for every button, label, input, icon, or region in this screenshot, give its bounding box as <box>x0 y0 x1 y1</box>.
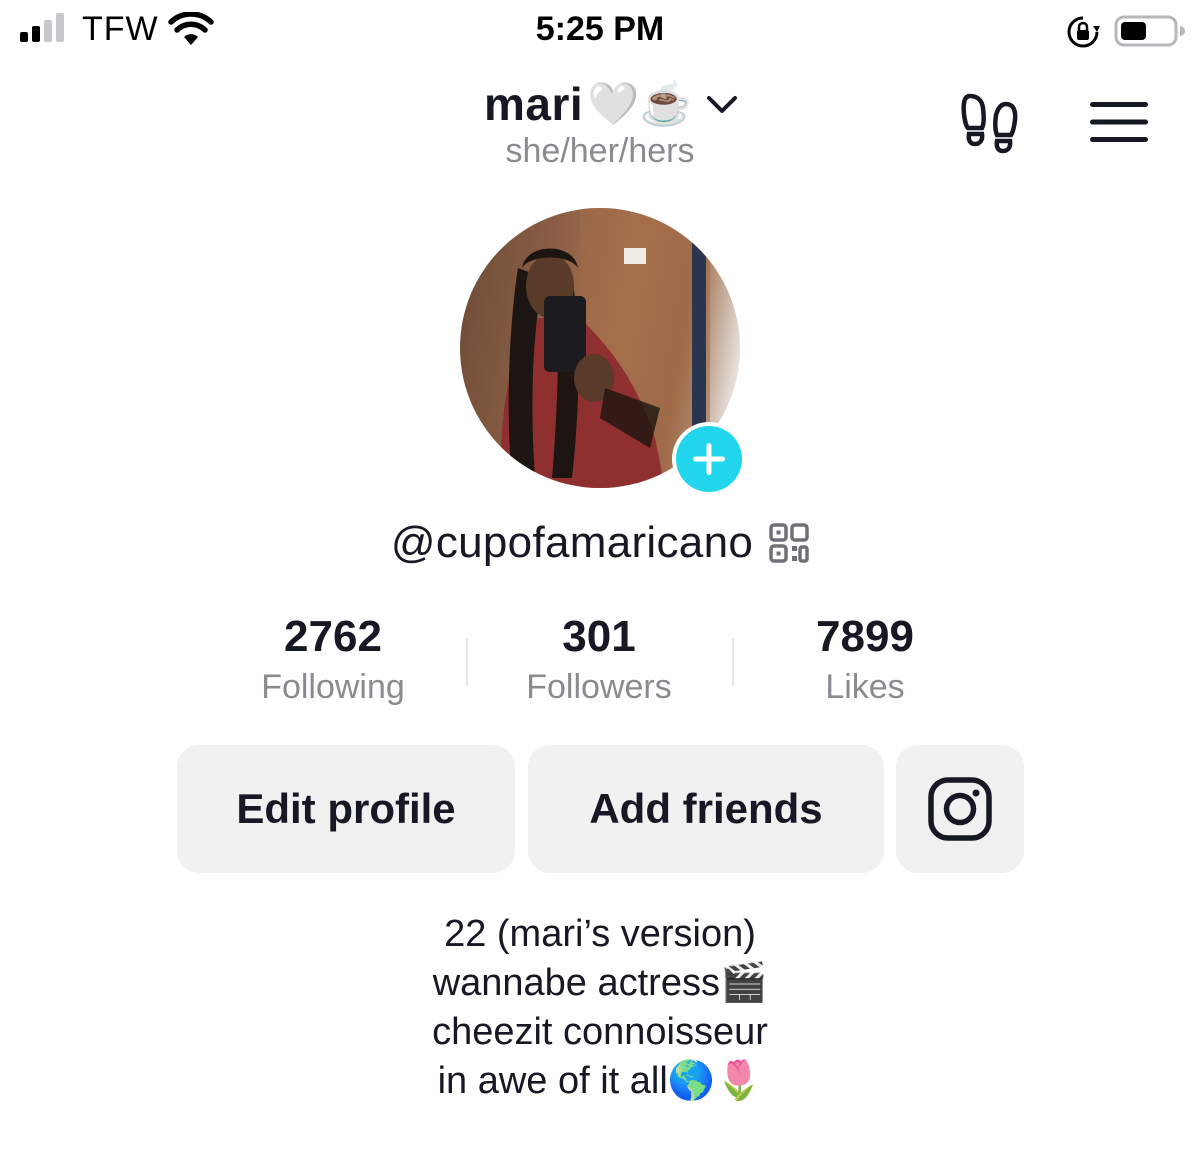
bio-line: in awe of it all🌎🌷 <box>437 1060 763 1102</box>
display-name-emoji: 🤍☕️ <box>587 80 692 127</box>
rotation-lock-icon <box>1067 16 1100 48</box>
instagram-icon <box>928 777 992 841</box>
likes-label: Likes <box>825 668 905 706</box>
bio-line: cheezit connoisseur <box>432 1011 768 1053</box>
following-label: Following <box>261 668 405 706</box>
status-bar: TFW 5:25 PM <box>0 0 1200 62</box>
battery-icon <box>1114 15 1185 47</box>
stat-divider <box>732 638 734 686</box>
add-friends-button[interactable]: Add friends <box>528 745 884 873</box>
following-count: 2762 <box>284 612 382 661</box>
likes-count: 7899 <box>816 612 914 661</box>
stat-likes[interactable]: 7899 Likes <box>732 612 998 722</box>
username: @cupofamaricano <box>390 518 754 567</box>
menu-icon[interactable] <box>1090 100 1148 144</box>
edit-profile-button[interactable]: Edit profile <box>177 745 515 873</box>
qr-code-icon[interactable] <box>769 523 809 563</box>
stat-following[interactable]: 2762 Following <box>200 612 466 722</box>
account-switcher[interactable]: mari 🤍☕️ <box>484 72 740 136</box>
profile-header: mari 🤍☕️ she/her/hers <box>0 62 1200 182</box>
add-avatar-badge <box>676 426 742 492</box>
instagram-button[interactable] <box>896 745 1024 873</box>
username-row: @cupofamaricano <box>0 518 1200 568</box>
plus-icon <box>693 443 725 475</box>
bio-line: wannabe actress🎬 <box>432 962 768 1004</box>
add-avatar-button[interactable] <box>672 422 746 496</box>
chevron-down-icon[interactable] <box>704 92 740 116</box>
bio-line: 22 (mari’s version) <box>444 913 756 955</box>
status-time: 5:25 PM <box>535 10 665 48</box>
followers-label: Followers <box>526 668 672 706</box>
footprints-icon[interactable] <box>960 90 1022 156</box>
profile-bio: 22 (mari’s version) wannabe actress🎬 che… <box>0 910 1200 1106</box>
profile-stats: 2762 Following 301 Followers 7899 Likes <box>200 612 1000 722</box>
display-name: mari <box>484 78 584 130</box>
stat-followers[interactable]: 301 Followers <box>466 612 732 722</box>
followers-count: 301 <box>562 612 636 661</box>
stat-divider <box>466 638 468 686</box>
avatar-container[interactable] <box>460 208 746 496</box>
